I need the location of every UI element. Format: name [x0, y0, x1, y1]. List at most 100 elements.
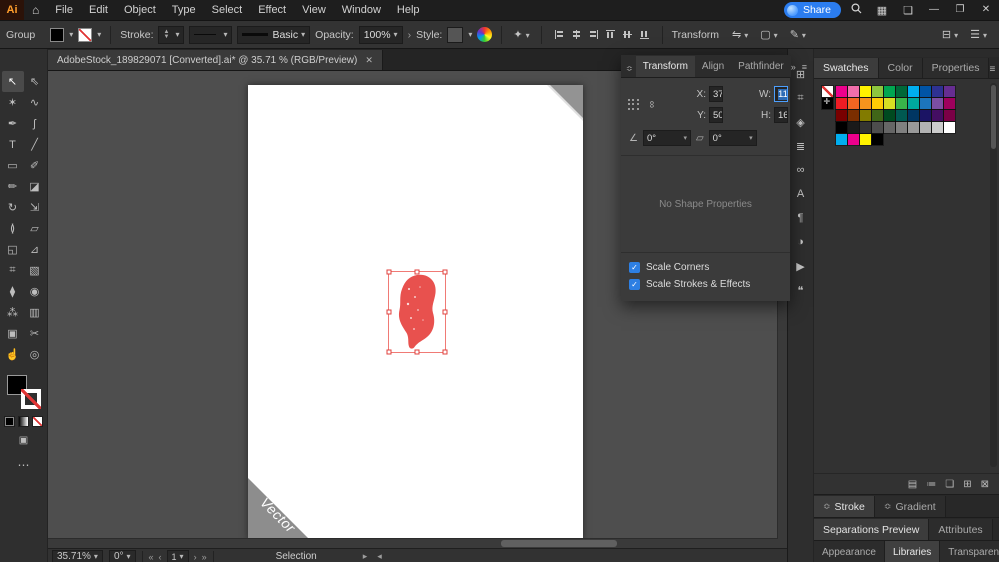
- links-panel-icon[interactable]: ∞: [790, 159, 812, 181]
- eraser-tool[interactable]: ◪: [24, 176, 46, 197]
- last-artboard-icon[interactable]: »: [202, 552, 207, 562]
- color-swatch[interactable]: [835, 85, 848, 98]
- paintbrush-tool[interactable]: ✐: [24, 155, 46, 176]
- horizontal-scrollbar[interactable]: [48, 538, 778, 548]
- color-swatch[interactable]: [871, 85, 884, 98]
- w-field[interactable]: 1102.7324 p: [774, 86, 788, 102]
- zoom-level-dropdown[interactable]: 35.71%: [52, 549, 103, 562]
- collapse-panel-icon[interactable]: ≎: [621, 64, 636, 77]
- eyedropper-tool[interactable]: ⧫: [2, 281, 24, 302]
- transform-option-row[interactable]: ✓ Scale Corners: [629, 259, 782, 276]
- status-prev-icon[interactable]: ◂: [377, 551, 382, 562]
- color-swatch[interactable]: [859, 109, 872, 122]
- color-swatch[interactable]: [895, 109, 908, 122]
- transparency-panel-icon[interactable]: ◑: [790, 231, 812, 253]
- status-next-icon[interactable]: ▸: [363, 551, 368, 562]
- color-swatch[interactable]: [859, 133, 872, 146]
- color-swatch[interactable]: [931, 109, 944, 122]
- search-icon[interactable]: [845, 3, 867, 17]
- color-swatch[interactable]: [847, 97, 860, 110]
- transform-option-row[interactable]: ✓ Scale Strokes & Effects: [629, 276, 782, 293]
- width-profile-dropdown[interactable]: [189, 25, 233, 44]
- blend-tool[interactable]: ◉: [24, 281, 46, 302]
- width-tool[interactable]: ≬: [2, 218, 24, 239]
- panel-tab[interactable]: Properties: [922, 58, 990, 78]
- scale-tool[interactable]: ⇲: [24, 197, 46, 218]
- panel-menu-icon[interactable]: ≡: [802, 62, 807, 72]
- select-similar-icon[interactable]: ✦: [511, 28, 531, 41]
- panel-collapse-icon[interactable]: »: [791, 62, 796, 72]
- paragraph-panel-icon[interactable]: ¶: [790, 207, 812, 229]
- app-logo[interactable]: Ai: [0, 0, 24, 20]
- menu-item[interactable]: Help: [389, 0, 428, 20]
- previous-artboard-icon[interactable]: ‹: [159, 552, 162, 562]
- constrain-proportions-icon[interactable]: ∞: [645, 99, 658, 110]
- color-swatch[interactable]: [859, 85, 872, 98]
- color-swatch[interactable]: [883, 109, 896, 122]
- transform-panel-tab[interactable]: Transform: [635, 56, 695, 77]
- transform-panel-tab[interactable]: Pathfinder: [731, 56, 791, 77]
- menu-item[interactable]: File: [47, 0, 81, 20]
- color-swatch[interactable]: [835, 97, 848, 110]
- color-swatch[interactable]: [943, 85, 956, 98]
- mesh-tool[interactable]: ⌗: [2, 260, 24, 281]
- color-swatch[interactable]: [919, 109, 932, 122]
- registration-swatch[interactable]: [821, 97, 834, 110]
- edit-similar-icon[interactable]: ✎: [788, 28, 808, 41]
- color-swatch[interactable]: [871, 133, 884, 146]
- flip-horizontal-icon[interactable]: ⇋: [730, 28, 750, 41]
- color-swatch[interactable]: [931, 97, 944, 110]
- none-button[interactable]: [32, 416, 43, 427]
- none-swatch[interactable]: [821, 85, 834, 98]
- document-tab[interactable]: AdobeStock_189829071 [Converted].ai* @ 3…: [48, 50, 383, 70]
- align-panel-icon[interactable]: ⌗: [790, 87, 812, 109]
- color-swatch[interactable]: [907, 97, 920, 110]
- minimize-button[interactable]: —: [923, 0, 945, 20]
- stroke-weight-field[interactable]: ▲ ▼: [158, 25, 185, 44]
- color-swatch[interactable]: [943, 109, 956, 122]
- color-swatch[interactable]: [919, 97, 932, 110]
- color-swatch[interactable]: [835, 109, 848, 122]
- menu-item[interactable]: Select: [204, 0, 251, 20]
- color-swatch[interactable]: [859, 121, 872, 134]
- selection-handle[interactable]: [442, 309, 448, 315]
- panel-tab[interactable]: Color: [878, 58, 923, 78]
- color-swatch[interactable]: [907, 121, 920, 134]
- transform-link[interactable]: Transform: [672, 29, 719, 41]
- new-swatch-icon[interactable]: ⊞: [963, 479, 971, 490]
- color-swatch[interactable]: [919, 121, 932, 134]
- first-artboard-icon[interactable]: «: [149, 552, 154, 562]
- swatches-menu-icon[interactable]: ≡: [989, 64, 995, 75]
- swatches-scrollbar-thumb[interactable]: [991, 85, 996, 149]
- color-swatch[interactable]: [871, 121, 884, 134]
- home-icon[interactable]: ⌂: [24, 3, 47, 17]
- artboard-tool[interactable]: ▣: [2, 323, 24, 344]
- fill-color-dropdown[interactable]: [50, 27, 73, 42]
- h-field[interactable]: 166.3146 pt: [774, 107, 788, 123]
- isolate-mode-icon[interactable]: ▢: [758, 28, 779, 41]
- selection-tool[interactable]: ↖: [1, 71, 24, 92]
- perspective-grid-tool[interactable]: ⊿: [24, 239, 46, 260]
- menu-item[interactable]: Type: [164, 0, 204, 20]
- collapsed-panel-tab[interactable]: ≎ Gradient: [874, 496, 946, 517]
- type-tool[interactable]: T: [2, 134, 24, 155]
- shaper-tool[interactable]: ✏: [2, 176, 24, 197]
- color-swatch[interactable]: [835, 133, 848, 146]
- horizontal-scrollbar-thumb[interactable]: [500, 540, 618, 547]
- recolor-artwork-icon[interactable]: [477, 27, 493, 42]
- color-swatch[interactable]: [895, 97, 908, 110]
- share-button[interactable]: Share: [783, 2, 841, 18]
- workspace-switch-icon[interactable]: ⊟: [940, 28, 960, 41]
- style-dropdown[interactable]: [447, 26, 472, 43]
- collapsed-panel-tab[interactable]: Attributes: [929, 519, 993, 540]
- swatches-scrollbar[interactable]: [990, 83, 997, 467]
- selected-artwork[interactable]: [386, 269, 448, 355]
- menu-item[interactable]: Effect: [250, 0, 294, 20]
- selection-handle[interactable]: [386, 269, 392, 275]
- panel-tab[interactable]: Swatches: [814, 58, 879, 78]
- panel-menu-icon[interactable]: ☰: [968, 28, 989, 41]
- zoom-tool[interactable]: ◎: [24, 344, 46, 365]
- color-swatch[interactable]: [883, 121, 896, 134]
- curvature-tool[interactable]: ʃ: [24, 113, 46, 134]
- vertical-align-top-icon[interactable]: [604, 28, 617, 41]
